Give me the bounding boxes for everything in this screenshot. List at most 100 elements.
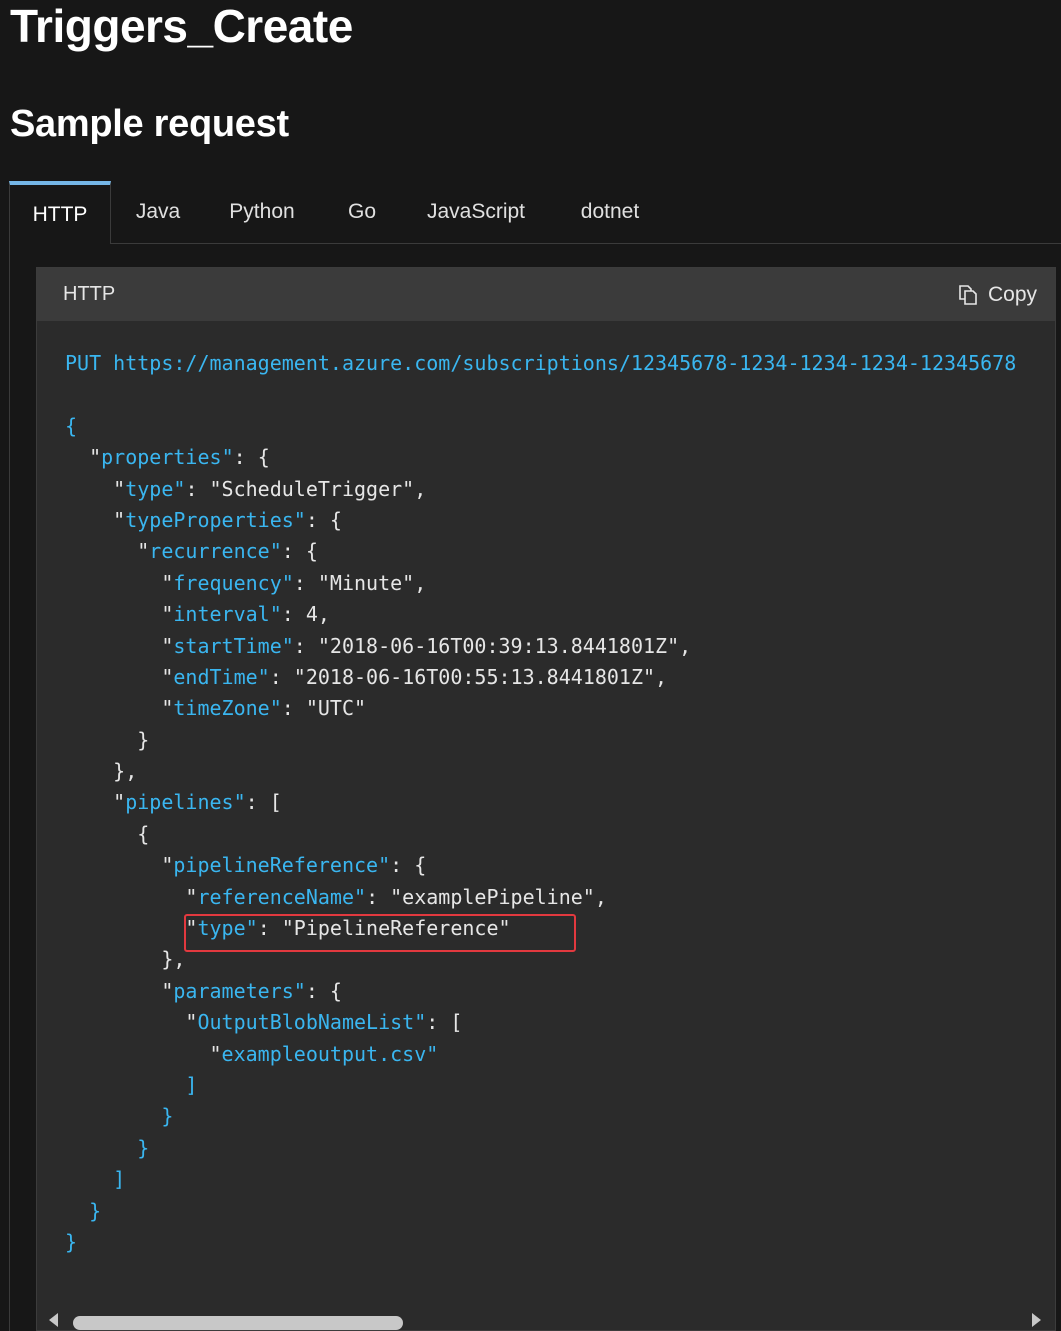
copy-icon — [957, 284, 979, 306]
code-token: properties — [101, 445, 222, 470]
code-token: " — [185, 916, 198, 941]
scrollbar-thumb[interactable] — [73, 1316, 403, 1330]
code-token: " — [113, 790, 126, 815]
code-line: "type": "PipelineReference" — [65, 913, 1016, 944]
tab-panel: HTTP Copy PUT https://management.azure.c… — [9, 243, 1061, 1331]
code-token: frequency — [173, 570, 282, 595]
code-line: "pipelines": [ — [65, 787, 1016, 818]
code-line: "OutputBlobNameList": [ — [65, 1007, 1016, 1038]
code-token: " — [233, 790, 246, 815]
code-token: : { — [281, 539, 318, 564]
code-line: "referenceName": "examplePipeline", — [65, 882, 1016, 913]
code-token: " — [137, 539, 150, 564]
code-line: } — [65, 1227, 1016, 1258]
code-token: interval — [173, 602, 270, 627]
language-tab-list: HTTP Java Python Go JavaScript dotnet — [9, 181, 1061, 244]
code-token: pipelineReference — [173, 853, 379, 878]
tab-python[interactable]: Python — [205, 181, 319, 243]
http-method: PUT — [65, 351, 102, 375]
tab-go[interactable]: Go — [319, 181, 405, 243]
code-token: " — [245, 916, 258, 941]
tab-javascript[interactable]: JavaScript — [405, 181, 547, 243]
code-token: } — [65, 1229, 78, 1254]
tab-dotnet[interactable]: dotnet — [547, 181, 673, 243]
code-token: } — [65, 1104, 174, 1129]
code-line: } — [65, 1133, 1016, 1164]
code-line: "exampleoutput.csv" — [65, 1039, 1016, 1070]
code-line: ] — [65, 1070, 1016, 1101]
code-token: " — [281, 570, 294, 595]
code-line: "type": "ScheduleTrigger", — [65, 474, 1016, 505]
code-token: recurrence — [149, 539, 270, 564]
code-token: " — [426, 1041, 439, 1066]
code-line: "typeProperties": { — [65, 505, 1016, 536]
code-token: : [ — [245, 790, 282, 815]
code-token: : { — [233, 445, 270, 470]
tab-java[interactable]: Java — [111, 181, 205, 243]
code-token: " — [269, 696, 282, 721]
code-token: : "Minute", — [293, 570, 427, 595]
code-token: " — [161, 853, 174, 878]
code-token: { — [65, 413, 78, 438]
code-line: "startTime": "2018-06-16T00:39:13.844180… — [65, 631, 1016, 662]
code-token: " — [293, 507, 306, 532]
code-token: " — [113, 507, 126, 532]
code-token: " — [414, 1010, 427, 1035]
code-token: : "2018-06-16T00:55:13.8441801Z", — [269, 664, 668, 689]
code-content[interactable]: PUT https://management.azure.com/subscri… — [65, 348, 1016, 1258]
code-token: ] — [65, 1072, 198, 1097]
code-token: " — [185, 1010, 198, 1035]
code-token: OutputBlobNameList — [197, 1010, 415, 1035]
code-token: timeZone — [173, 696, 270, 721]
code-token: : 4, — [281, 602, 330, 627]
code-token: : "PipelineReference" — [257, 916, 511, 941]
code-token: " — [185, 884, 198, 909]
code-token: " — [281, 633, 294, 658]
code-line: "pipelineReference": { — [65, 850, 1016, 881]
code-token: " — [293, 978, 306, 1003]
code-token: }, — [65, 947, 186, 972]
code-block: HTTP Copy PUT https://management.azure.c… — [36, 267, 1056, 1331]
code-line: "parameters": { — [65, 976, 1016, 1007]
scroll-left-arrow-icon[interactable] — [49, 1313, 58, 1327]
code-token: typeProperties — [125, 507, 294, 532]
code-token: " — [209, 1041, 222, 1066]
code-token: " — [173, 476, 186, 501]
code-token: startTime — [173, 633, 282, 658]
code-token: " — [161, 978, 174, 1003]
code-token: : "UTC" — [281, 696, 367, 721]
code-token: } — [65, 1135, 150, 1160]
code-token: " — [89, 445, 102, 470]
scroll-right-arrow-icon[interactable] — [1032, 1313, 1041, 1327]
page-title: Triggers_Create — [10, 0, 353, 52]
code-token: } — [65, 727, 150, 752]
code-line: "recurrence": { — [65, 536, 1016, 567]
code-token: type — [125, 476, 174, 501]
code-line: } — [65, 1101, 1016, 1132]
code-token: endTime — [173, 664, 258, 689]
code-line: "endTime": "2018-06-16T00:55:13.8441801Z… — [65, 662, 1016, 693]
horizontal-scrollbar[interactable] — [37, 1304, 1055, 1330]
copy-button[interactable]: Copy — [957, 283, 1037, 307]
code-token: " — [161, 570, 174, 595]
copy-label: Copy — [987, 282, 1037, 306]
tab-http[interactable]: HTTP — [9, 181, 111, 244]
code-token: " — [378, 853, 391, 878]
code-token: " — [354, 884, 367, 909]
code-token: ] — [65, 1167, 126, 1192]
code-token: type — [197, 916, 246, 941]
code-token: : "ScheduleTrigger", — [185, 476, 427, 501]
code-token: : "2018-06-16T00:39:13.8441801Z", — [293, 633, 692, 658]
code-token: " — [161, 602, 174, 627]
code-token: } — [65, 1198, 102, 1223]
